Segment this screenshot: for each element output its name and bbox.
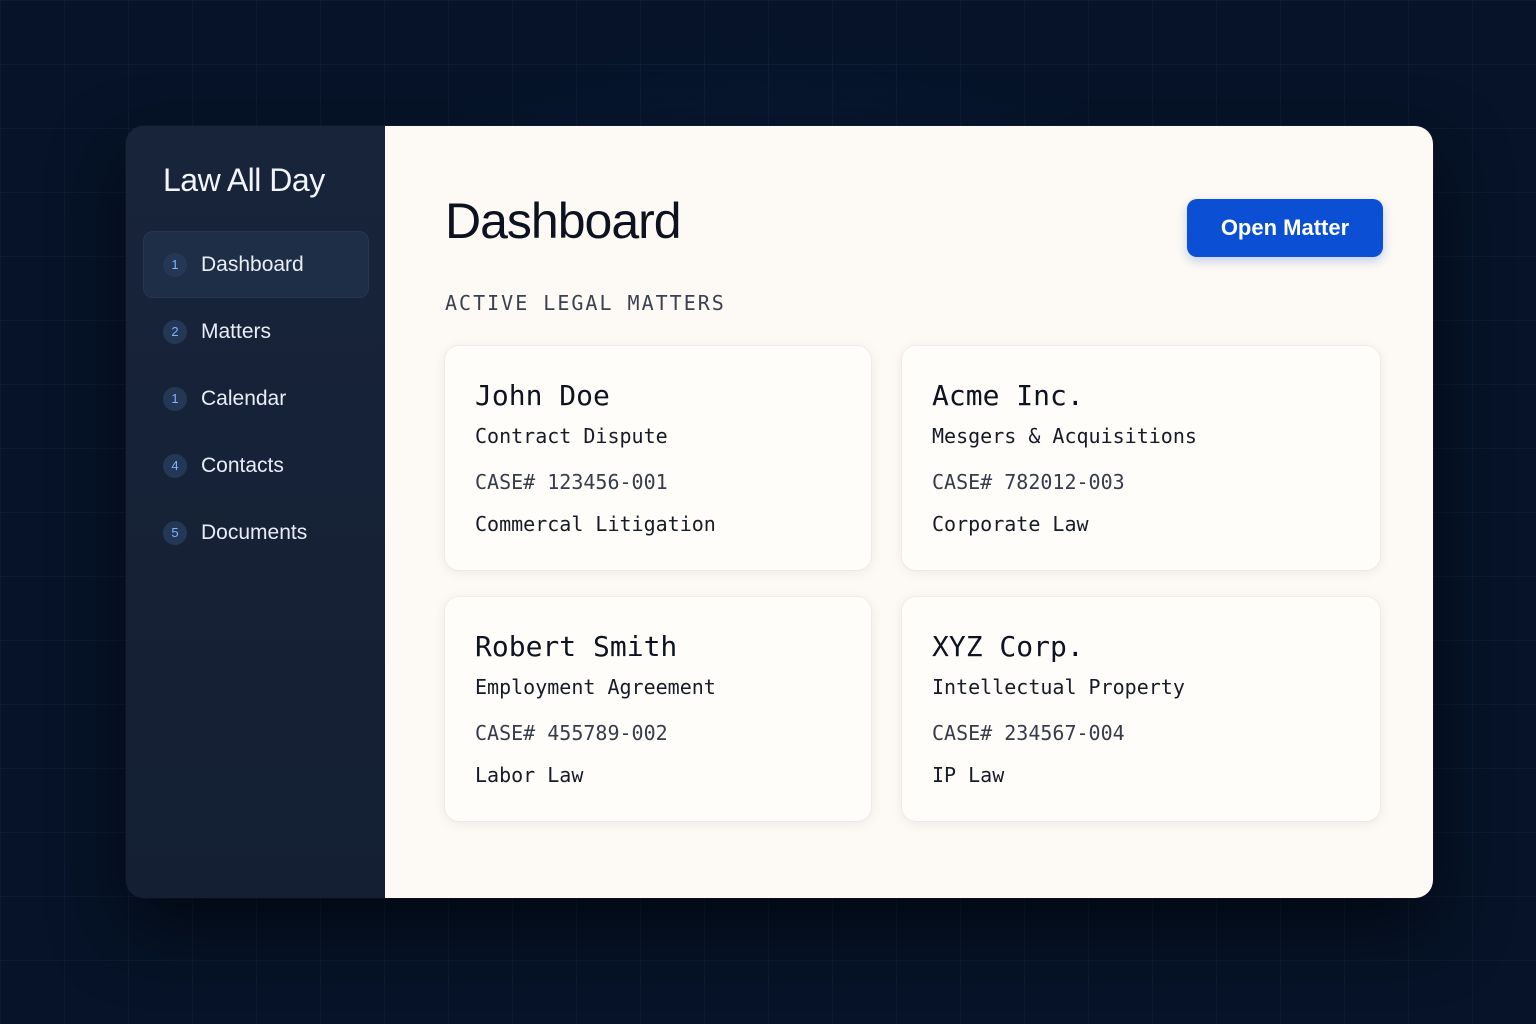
matter-card[interactable]: John Doe Contract Dispute CASE# 123456-0… xyxy=(445,346,871,570)
sidebar-item-matters[interactable]: 2 Matters xyxy=(143,298,369,365)
matter-type: Mesgers & Acquisitions xyxy=(932,424,1197,448)
sidebar-item-label: Documents xyxy=(201,520,308,544)
matter-practice-area: Commercal Litigation xyxy=(475,512,716,536)
app-window: Law All Day 1 Dashboard 2 Matters 1 Cale… xyxy=(126,126,1433,898)
matter-practice-area: IP Law xyxy=(932,763,1005,787)
sidebar-item-label: Matters xyxy=(201,319,272,343)
sidebar-nav: 1 Dashboard 2 Matters 1 Calendar 4 Conta… xyxy=(143,231,369,566)
matter-type: Employment Agreement xyxy=(475,675,716,699)
nav-badge: 5 xyxy=(163,520,187,545)
matter-client: Robert Smith xyxy=(475,630,678,663)
matter-case-number: CASE# 455789-002 xyxy=(475,721,668,745)
nav-badge: 1 xyxy=(163,386,187,411)
backdrop: Law All Day 1 Dashboard 2 Matters 1 Cale… xyxy=(0,0,1536,1024)
matter-card[interactable]: Acme Inc. Mesgers & Acquisitions CASE# 7… xyxy=(902,346,1380,570)
nav-badge: 2 xyxy=(163,319,187,344)
sidebar-item-label: Dashboard xyxy=(201,252,304,276)
sidebar-item-calendar[interactable]: 1 Calendar xyxy=(143,365,369,432)
nav-badge: 4 xyxy=(163,453,187,478)
matter-client: Acme Inc. xyxy=(932,379,1084,412)
app-title: Law All Day xyxy=(163,162,325,198)
matter-practice-area: Corporate Law xyxy=(932,512,1089,536)
matter-client: XYZ Corp. xyxy=(932,630,1084,663)
matter-case-number: CASE# 782012-003 xyxy=(932,470,1125,494)
main-content: Dashboard Open Matter ACTIVE LEGAL MATTE… xyxy=(385,126,1433,898)
matter-client: John Doe xyxy=(475,379,610,412)
matter-card[interactable]: XYZ Corp. Intellectual Property CASE# 23… xyxy=(902,597,1380,821)
matter-card[interactable]: Robert Smith Employment Agreement CASE# … xyxy=(445,597,871,821)
matter-type: Contract Dispute xyxy=(475,424,668,448)
open-matter-button[interactable]: Open Matter xyxy=(1187,199,1383,257)
nav-badge: 1 xyxy=(163,252,187,277)
matter-practice-area: Labor Law xyxy=(475,763,584,787)
matter-case-number: CASE# 123456-001 xyxy=(475,470,668,494)
sidebar-item-dashboard[interactable]: 1 Dashboard xyxy=(143,231,369,298)
page-title: Dashboard xyxy=(445,193,682,249)
sidebar-item-label: Contacts xyxy=(201,453,284,477)
sidebar-item-contacts[interactable]: 4 Contacts xyxy=(143,432,369,499)
matter-case-number: CASE# 234567-004 xyxy=(932,721,1125,745)
matter-card-grid: John Doe Contract Dispute CASE# 123456-0… xyxy=(445,346,1380,821)
sidebar-item-documents[interactable]: 5 Documents xyxy=(143,499,369,566)
section-label: ACTIVE LEGAL MATTERS xyxy=(445,291,726,315)
sidebar: Law All Day 1 Dashboard 2 Matters 1 Cale… xyxy=(126,126,385,898)
matter-type: Intellectual Property xyxy=(932,675,1185,699)
sidebar-item-label: Calendar xyxy=(201,386,287,410)
